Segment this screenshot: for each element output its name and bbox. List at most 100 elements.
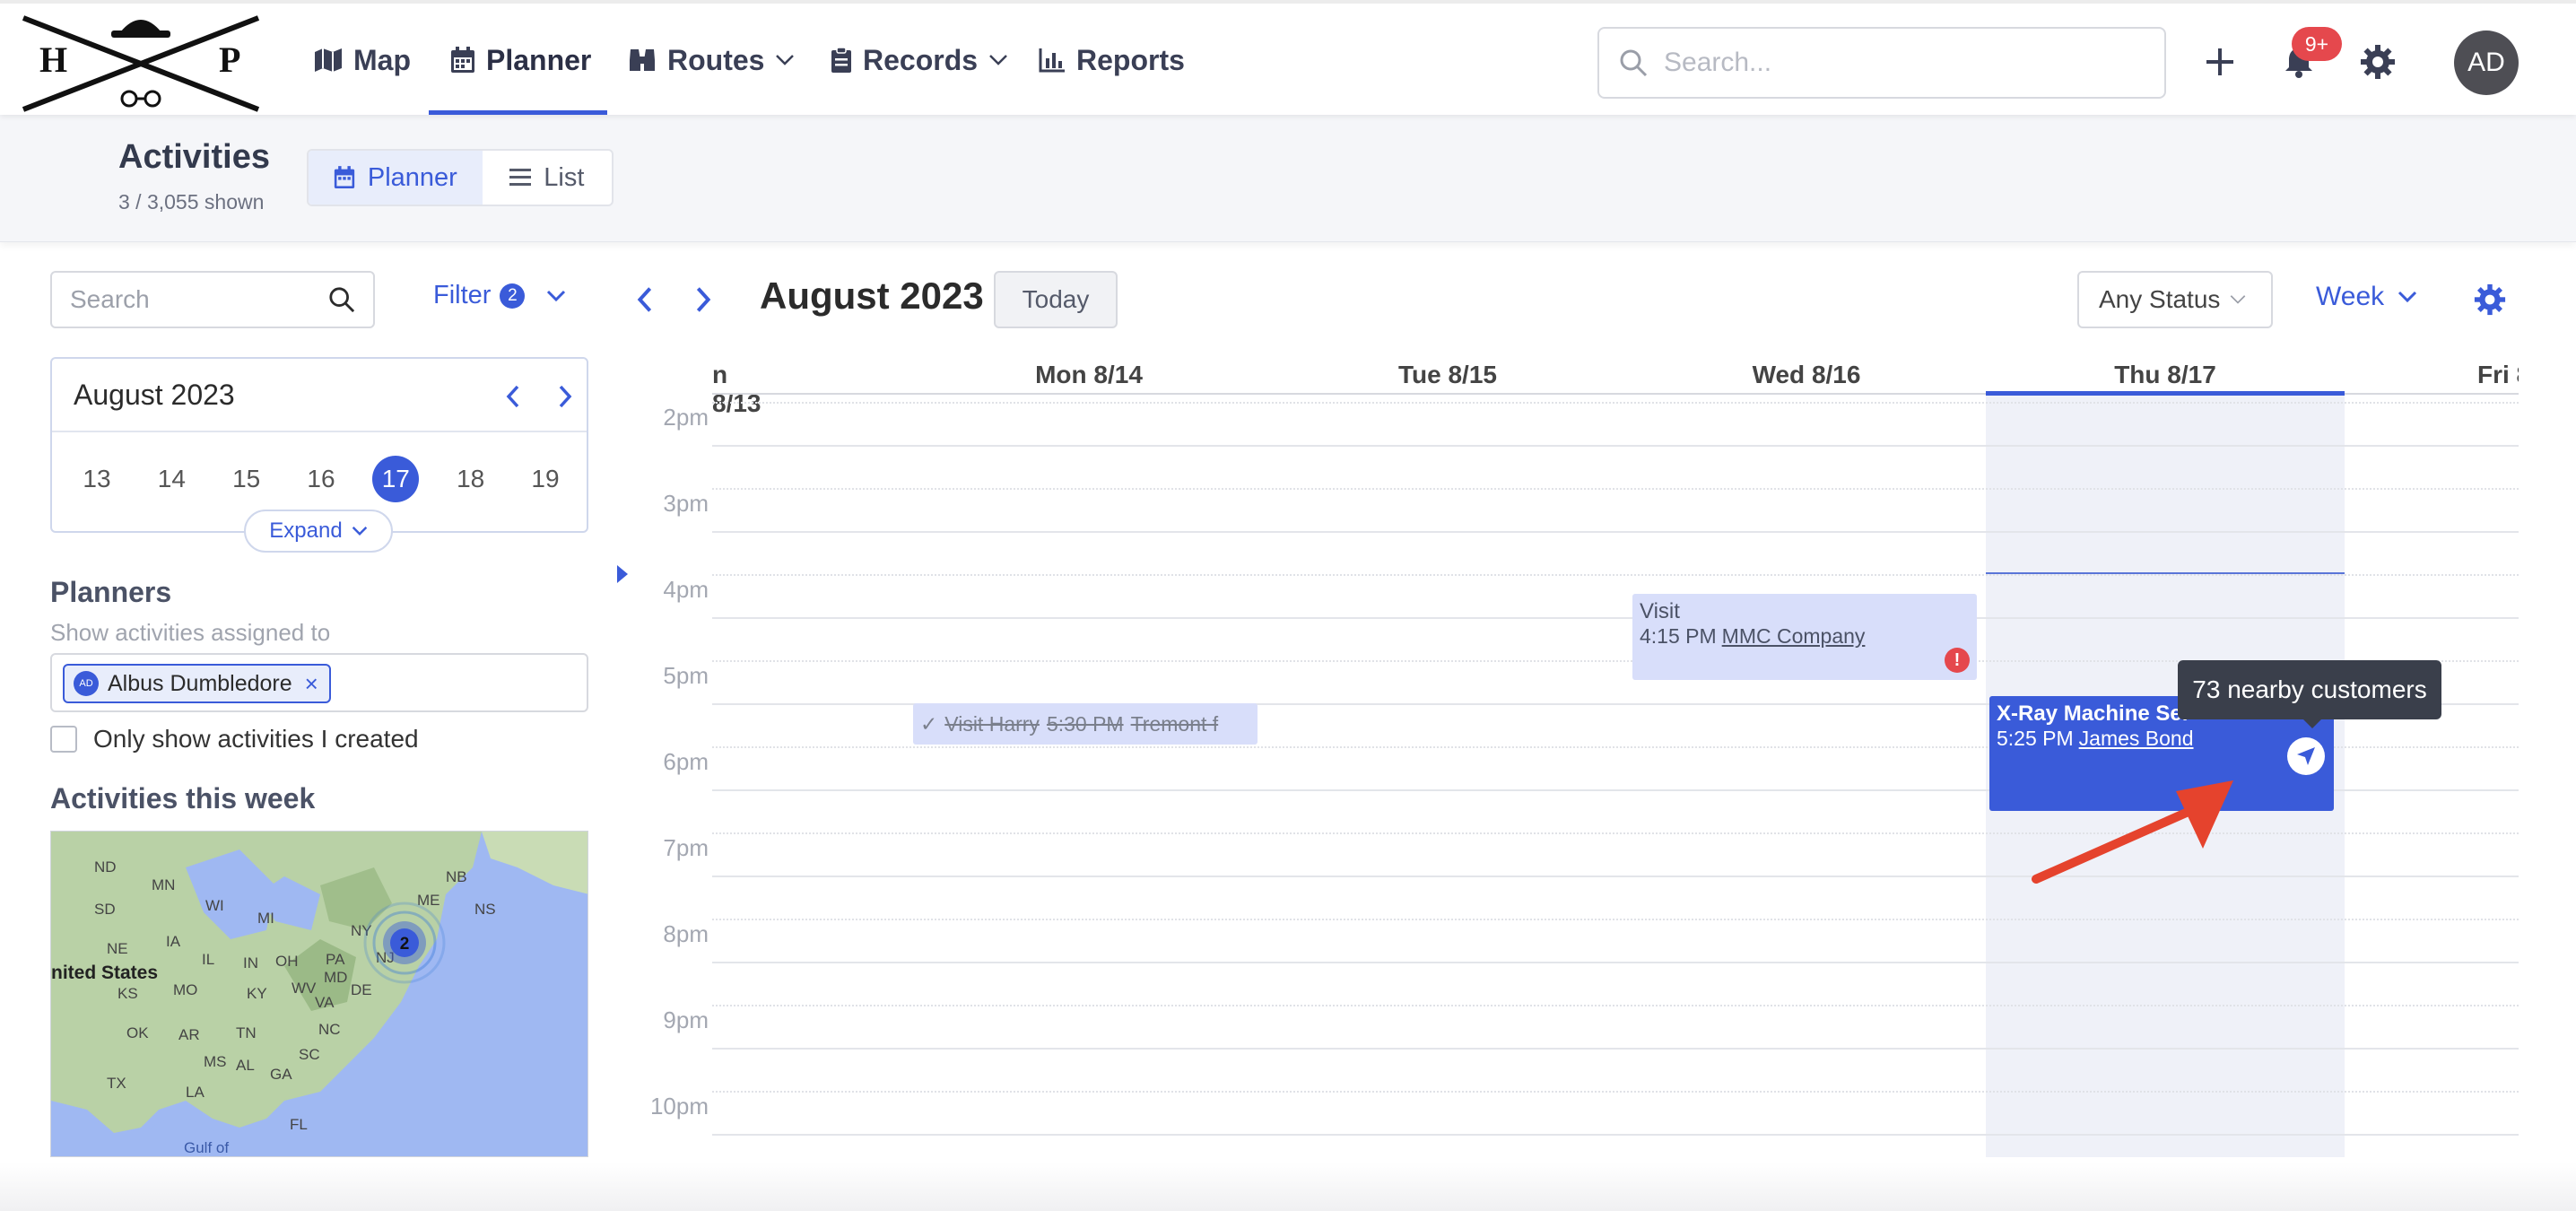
event-visit-harry-completed[interactable]: ✓ Visit Harry 5:30 PM Tremont f — [913, 703, 1258, 745]
event-visit-mmc[interactable]: Visit 4:15 PM MMC Company ! — [1632, 594, 1977, 680]
map-label: VA — [315, 994, 335, 1011]
view-mode-button[interactable]: Week — [2316, 282, 2418, 312]
hour-label: 8pm — [663, 920, 709, 947]
mini-calendar-day[interactable]: 15 — [223, 456, 270, 502]
day-header[interactable]: Fri 8 — [2477, 361, 2519, 396]
map-label: KY — [247, 985, 267, 1002]
calendar-icon — [451, 47, 474, 73]
map-label: NB — [446, 868, 467, 885]
chevron-down-icon — [776, 55, 795, 65]
day-header[interactable]: Wed 8/16 — [1627, 361, 1986, 396]
map-gulf-label: Gulf of — [184, 1139, 229, 1156]
map-label: FL — [290, 1116, 308, 1133]
hour-line — [712, 445, 2519, 447]
hour-label: 10pm — [649, 1093, 709, 1120]
view-toggle: Planner List — [307, 149, 614, 206]
event-time: 5:25 PM — [1997, 727, 2074, 750]
mini-calendar-day[interactable]: 13 — [74, 456, 120, 502]
settings-button[interactable] — [2355, 39, 2400, 84]
only-mine-checkbox[interactable] — [50, 726, 77, 753]
chevron-left-icon — [637, 287, 652, 312]
check-icon: ✓ — [920, 711, 938, 736]
expand-calendar-button[interactable]: Expand — [244, 510, 393, 553]
global-search-input[interactable] — [1664, 48, 2130, 78]
mini-calendar-day[interactable]: 14 — [148, 456, 195, 502]
map-canvas: ND MN SD WI MI NE IA IL IN OH PA NY NJ M… — [51, 832, 587, 1156]
calendar-next-button[interactable] — [683, 280, 723, 319]
calendar-prev-button[interactable] — [625, 280, 665, 319]
hour-label: 3pm — [663, 490, 709, 517]
global-search[interactable] — [1597, 27, 2166, 99]
planner-name: Albus Dumbledore — [108, 670, 292, 696]
half-hour-line — [712, 488, 2519, 490]
view-planner-button[interactable]: Planner — [309, 151, 483, 205]
gear-icon — [2474, 283, 2506, 316]
nearby-customers-button[interactable] — [2287, 737, 2325, 775]
map-label: TN — [236, 1024, 257, 1041]
search-icon[interactable] — [328, 286, 355, 313]
svg-text:P: P — [219, 39, 240, 80]
nav-reports[interactable]: Reports — [1039, 39, 1185, 81]
map-label: GA — [270, 1066, 292, 1083]
nav-records[interactable]: Records — [831, 39, 1008, 81]
event-customer-link[interactable]: MMC Company — [1722, 624, 1866, 648]
mini-calendar-days: 13 14 15 16 17 18 19 — [74, 456, 569, 502]
mini-calendar-day[interactable]: 18 — [448, 456, 494, 502]
nav-planner[interactable]: Planner — [450, 39, 591, 81]
hour-label: 5pm — [663, 662, 709, 689]
calendar-settings-button[interactable] — [2470, 280, 2510, 319]
alert-icon[interactable]: ! — [1945, 648, 1970, 673]
hour-line — [712, 1048, 2519, 1050]
plus-icon — [2206, 48, 2233, 75]
map-label: WI — [205, 897, 224, 914]
today-button[interactable]: Today — [994, 271, 1118, 328]
add-button[interactable] — [2197, 39, 2242, 84]
nav-active-indicator — [429, 110, 607, 115]
activity-search-input[interactable] — [70, 285, 303, 314]
only-mine-label: Only show activities I created — [93, 725, 419, 753]
day-header[interactable]: n 8/13 — [712, 361, 766, 417]
status-filter-select[interactable]: Any Status — [2077, 271, 2273, 328]
nav-records-label: Records — [863, 43, 979, 76]
list-icon — [509, 169, 532, 186]
event-customer-link[interactable]: James Bond — [2079, 727, 2194, 750]
map-cluster-count[interactable]: 2 — [400, 935, 410, 954]
mini-calendar-next-button[interactable] — [547, 379, 583, 414]
map-label: LA — [186, 1084, 205, 1101]
activity-search[interactable] — [50, 271, 375, 328]
remove-planner-icon[interactable]: × — [305, 670, 318, 698]
event-details: 5:25 PM James Bond — [1997, 727, 2327, 750]
planners-select[interactable]: AD Albus Dumbledore × — [50, 653, 588, 712]
mini-calendar-prev-button[interactable] — [495, 379, 531, 414]
map-label: IN — [243, 954, 258, 971]
half-hour-line — [712, 402, 2519, 404]
nav-map[interactable]: Map — [314, 39, 411, 81]
notification-badge: 9+ — [2292, 27, 2342, 61]
hour-label: 2pm — [663, 404, 709, 431]
chevron-left-icon — [506, 385, 519, 408]
hour-line — [712, 531, 2519, 533]
planner-chip: AD Albus Dumbledore × — [63, 664, 331, 703]
activities-map[interactable]: ND MN SD WI MI NE IA IL IN OH PA NY NJ M… — [50, 831, 588, 1157]
top-navigation-bar: H P Map Planner Routes Records Reports 9… — [0, 0, 2576, 115]
chevron-down-icon — [547, 290, 566, 301]
map-label: MI — [257, 910, 274, 927]
map-label: PA — [326, 951, 345, 968]
day-header[interactable]: Mon 8/14 — [909, 361, 1268, 396]
company-logo[interactable]: H P — [20, 9, 262, 115]
filter-button[interactable]: Filter 2 — [433, 281, 566, 310]
mini-calendar-day-selected[interactable]: 17 — [372, 456, 420, 502]
nav-routes[interactable]: Routes — [628, 39, 795, 81]
status-filter-value: Any Status — [2099, 285, 2221, 313]
mini-calendar-day[interactable]: 19 — [522, 456, 569, 502]
mini-calendar: August 2023 13 14 15 16 17 18 19 — [50, 357, 588, 533]
nav-planner-label: Planner — [486, 43, 592, 76]
bar-chart-icon — [1039, 48, 1065, 73]
hour-label: 4pm — [663, 576, 709, 603]
day-header[interactable]: Tue 8/15 — [1268, 361, 1627, 396]
view-list-button[interactable]: List — [483, 151, 612, 205]
mini-calendar-day[interactable]: 16 — [298, 456, 344, 502]
map-label: MO — [173, 981, 197, 998]
gear-icon — [2361, 45, 2395, 79]
user-avatar[interactable]: AD — [2454, 30, 2519, 95]
